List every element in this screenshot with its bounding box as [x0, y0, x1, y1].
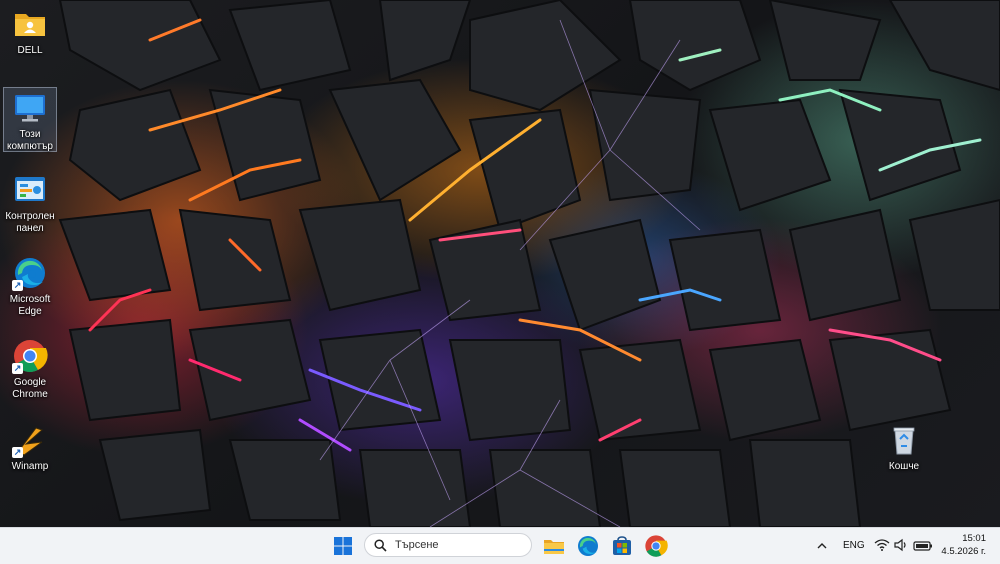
taskbar-chrome[interactable] — [644, 534, 668, 558]
taskbar-store[interactable] — [610, 534, 634, 558]
desktop-icon-label: Google Chrome — [12, 377, 48, 400]
chrome-icon — [645, 535, 668, 557]
clock-date: 4.5.2026 г. — [941, 546, 986, 557]
wifi-icon[interactable] — [874, 538, 890, 557]
winamp-icon: ↗ — [12, 422, 48, 458]
taskbar: Търсене ENG 15:01 4.5.2026 г. — [0, 527, 1000, 564]
monitor-icon — [12, 90, 48, 126]
desktop-icon-label: Кошче — [888, 461, 920, 472]
battery-icon[interactable] — [913, 539, 933, 557]
desktop-icon-dell-folder[interactable]: DELL — [3, 6, 57, 57]
desktop-icon-this-pc[interactable]: Този компютър — [3, 87, 57, 152]
shortcut-arrow-icon: ↗ — [12, 280, 23, 291]
clock-time: 15:01 — [962, 533, 986, 544]
shortcut-arrow-icon: ↗ — [12, 363, 23, 374]
desktop-icon-label: Winamp — [11, 461, 49, 472]
desktop-icon-google-chrome[interactable]: ↗ Google Chrome — [3, 338, 57, 401]
desktop-icon-label: Този компютър — [6, 129, 53, 152]
chrome-icon: ↗ — [12, 338, 48, 374]
folder-icon — [12, 6, 48, 42]
store-icon — [613, 536, 631, 555]
search-placeholder: Търсене — [395, 539, 439, 551]
volume-icon[interactable] — [894, 538, 908, 557]
taskbar-search-box[interactable]: Търсене — [364, 533, 532, 557]
taskbar-edge[interactable] — [576, 534, 600, 558]
show-hidden-icons-chevron-up-icon[interactable] — [816, 539, 828, 557]
input-language-indicator[interactable]: ENG — [843, 540, 865, 551]
desktop-icon-recycle-bin[interactable]: Кошче — [877, 422, 931, 473]
search-icon — [374, 539, 387, 557]
desktop-icon-winamp[interactable]: ↗ Winamp — [3, 422, 57, 473]
desktop-icon-label: DELL — [17, 45, 43, 56]
start-button[interactable] — [331, 534, 355, 558]
windows-logo-icon — [334, 537, 352, 555]
desktop-icon-control-panel[interactable]: Контролен панел — [3, 172, 57, 235]
desktop-icon-microsoft-edge[interactable]: ↗ Microsoft Edge — [3, 255, 57, 318]
taskbar-file-explorer[interactable] — [542, 534, 566, 558]
desktop-icon-label: Microsoft Edge — [9, 294, 51, 317]
shortcut-arrow-icon: ↗ — [12, 447, 23, 458]
control-panel-icon — [12, 172, 48, 208]
taskbar-clock[interactable]: 15:01 4.5.2026 г. — [941, 532, 986, 558]
desktop-wallpaper — [0, 0, 1000, 527]
desktop-icon-label: Контролен панел — [5, 211, 55, 234]
recycle-bin-icon — [886, 422, 922, 458]
file-explorer-icon — [544, 540, 564, 554]
edge-icon — [578, 536, 598, 556]
edge-icon: ↗ — [12, 255, 48, 291]
